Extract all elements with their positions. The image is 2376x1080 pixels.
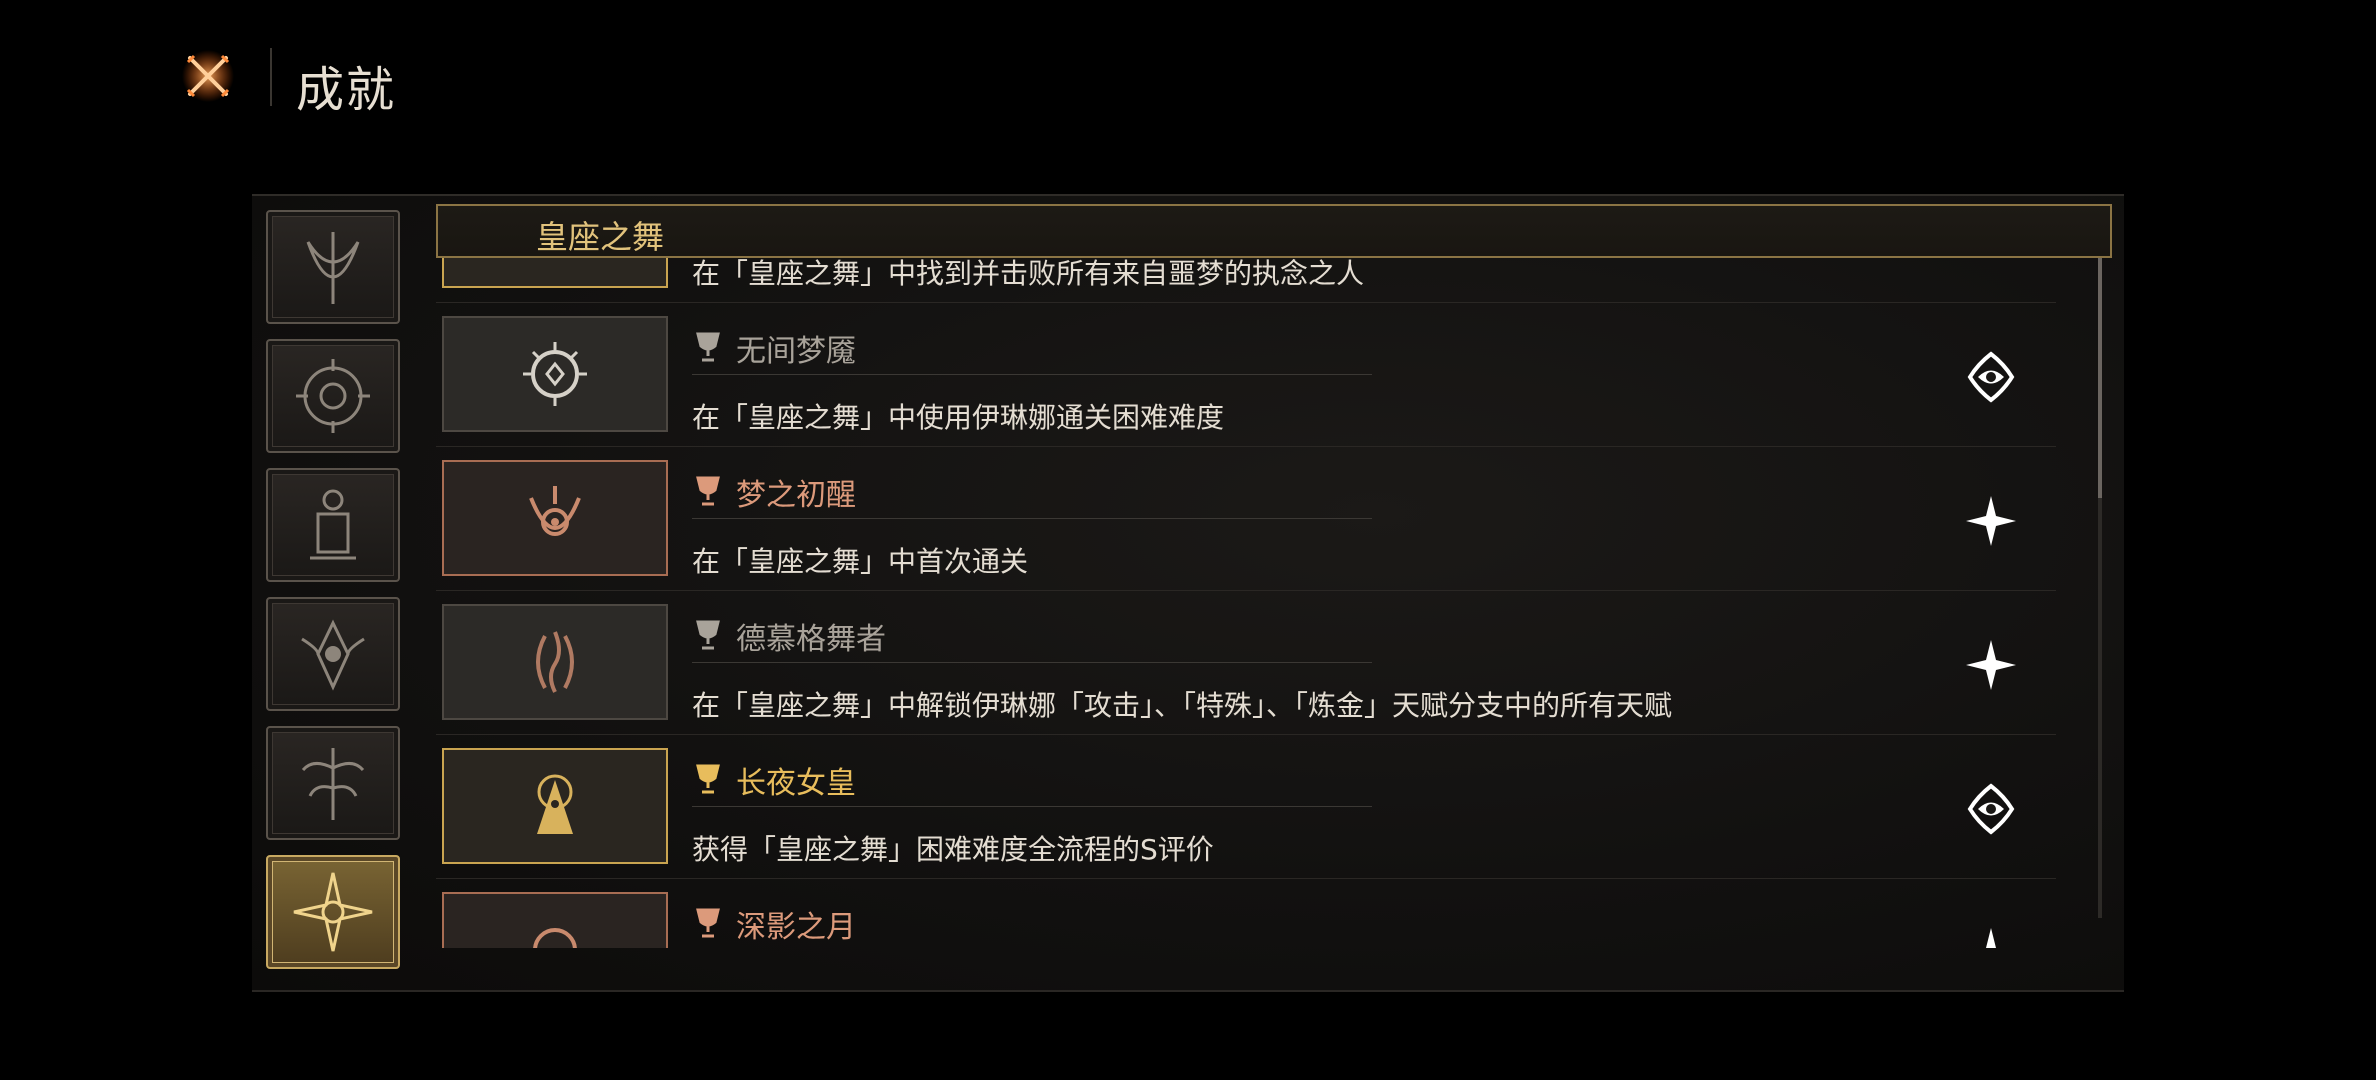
category-sidebar [266,210,406,984]
tree-crest-emblem-icon [301,748,365,820]
star-badge-icon [1966,496,2016,546]
category-tab-2[interactable] [266,339,400,453]
achievement-description: 获得「皇座之舞」困难难度全流程的S评价 [692,833,1214,866]
achievement-description: 在「皇座之舞」中首次通关 [692,545,1029,578]
veiled-queen-emblem-icon [537,774,573,834]
category-tab-5[interactable] [266,726,400,840]
name-underline [692,518,1372,519]
name-underline [692,662,1372,663]
star-badge-icon [1966,640,2016,690]
trophy-icon [696,764,720,794]
achievement-row: 在「皇座之舞」中找到并击败所有来自噩梦的执念之人 [436,258,2056,303]
eye-badge-icon [1967,783,2015,835]
eye-horns-emblem-icon [529,486,581,536]
trophy-icon [696,908,720,938]
radiant-star-emblem-icon [293,872,373,952]
achievement-icon [442,604,668,720]
achievement-icon [442,316,668,432]
moon-emblem-icon [533,928,577,948]
scrollbar[interactable] [2098,258,2102,918]
achievement-row: 梦之初醒 在「皇座之舞」中首次通关 [436,446,2056,591]
achievement-icon [442,258,668,288]
achievement-icon [442,460,668,576]
category-tab-1[interactable] [266,210,400,324]
scrollbar-thumb[interactable] [2098,258,2102,498]
page-title: 成就 [296,62,397,118]
achievement-description: 在「皇座之舞」中使用伊琳娜通关困难难度 [692,401,1225,434]
achievement-icon [442,748,668,864]
achievement-name: 德慕格舞者 [736,622,886,657]
trophy-icon [696,620,720,650]
name-underline [692,806,1372,807]
achievement-description: 在「皇座之舞」中解锁伊琳娜「攻击」、「特殊」、「炼金」天赋分支中的所有天赋 [692,689,1673,722]
achievement-name: 无间梦魇 [736,334,856,369]
category-tab-6[interactable] [266,855,400,969]
eye-badge-icon [1967,351,2015,403]
header-divider [270,48,272,106]
crescent-blade-emblem-icon [306,232,360,304]
achievement-name: 长夜女皇 [736,766,856,801]
section-title: 皇座之舞 [536,218,665,256]
achievement-row: 深影之月 [436,878,2056,948]
category-tab-4[interactable] [266,597,400,711]
close-button[interactable] [178,46,238,106]
achievement-row: 长夜女皇 获得「皇座之舞」困难难度全流程的S评价 [436,734,2056,879]
achievement-row: 德慕格舞者 在「皇座之舞」中解锁伊琳娜「攻击」、「特殊」、「炼金」天赋分支中的所… [436,590,2056,735]
section-header [436,204,2112,258]
name-underline [692,374,1372,375]
category-tab-3[interactable] [266,468,400,582]
crown-emblem-icon [520,258,590,265]
achievement-name: 梦之初醒 [736,478,856,513]
spiral-sun-emblem-icon [296,359,370,433]
dancer-emblem-icon [536,631,574,693]
crossed-swords-close-icon [182,50,234,102]
achievement-icon [442,892,668,948]
achievement-row: 无间梦魇 在「皇座之舞」中使用伊琳娜通关困难难度 [436,302,2056,447]
thorn-eye-emblem-icon [523,342,587,406]
star-badge-icon [1986,928,1996,948]
achievement-list[interactable]: 在「皇座之舞」中找到并击败所有来自噩梦的执念之人 无间梦魇 在「皇座之舞」中使用… [436,258,2112,948]
eye-thorn-emblem-icon [301,619,365,691]
achievement-description: 在「皇座之舞」中找到并击败所有来自噩梦的执念之人 [692,258,1365,290]
achievements-panel: 皇座之舞 在「皇座之舞」中找到并击败所有来自噩梦的执念之人 无间梦魇 在「皇座之… [252,194,2124,992]
lantern-emblem-icon [310,489,356,560]
trophy-icon [696,332,720,362]
achievement-name: 深影之月 [736,910,856,945]
trophy-icon [696,476,720,506]
